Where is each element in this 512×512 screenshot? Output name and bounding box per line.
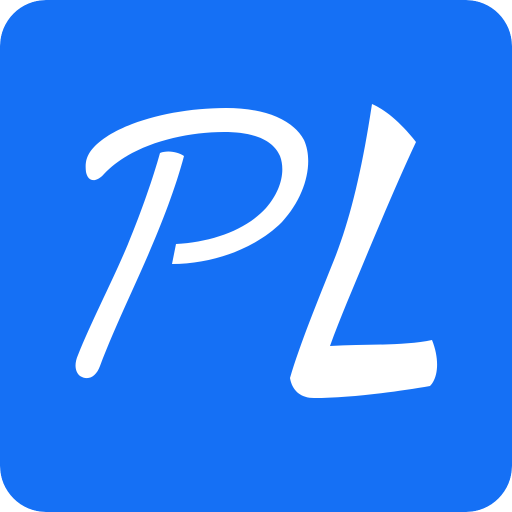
icon-background bbox=[0, 0, 512, 512]
app-icon[interactable] bbox=[0, 0, 512, 512]
pl-logo bbox=[0, 0, 512, 512]
